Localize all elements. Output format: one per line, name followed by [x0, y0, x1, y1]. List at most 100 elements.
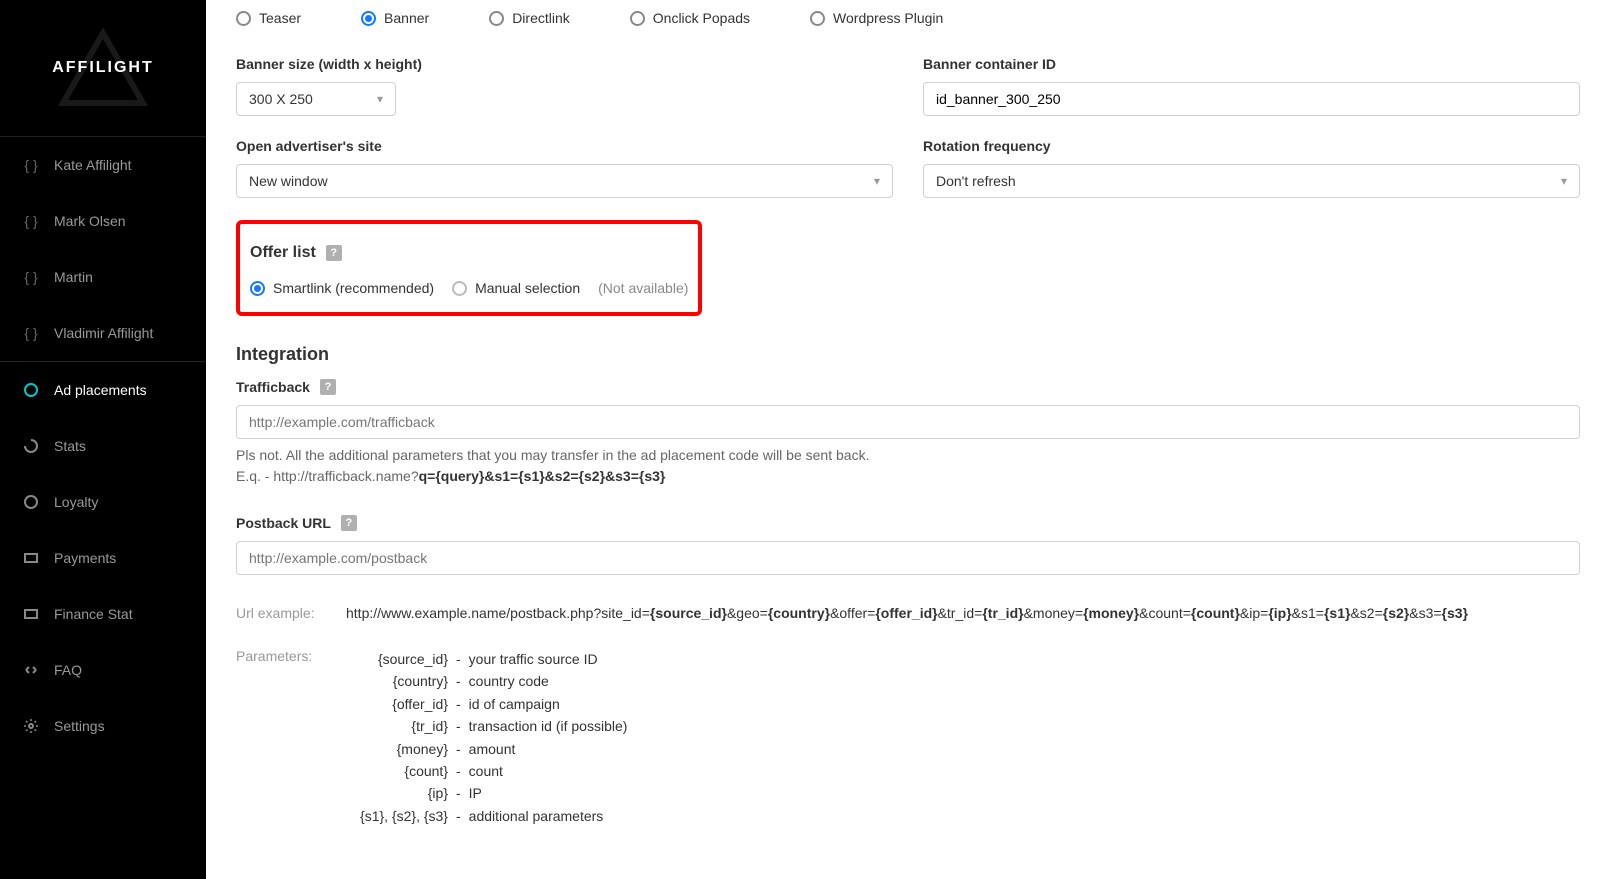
braces-icon: { }: [22, 156, 40, 174]
trafficback-label: Trafficback ?: [236, 379, 336, 395]
parameters-row: Parameters: {source_id}-your traffic sou…: [236, 648, 1580, 827]
param-value: IP: [469, 782, 482, 804]
param-value: country code: [469, 670, 549, 692]
stats-icon: [22, 437, 40, 455]
braces-icon: { }: [22, 268, 40, 286]
param-value: your traffic source ID: [469, 648, 598, 670]
param-value: transaction id (if possible): [469, 715, 628, 737]
url-example-label: Url example:: [236, 603, 328, 624]
sidebar-user-label: Kate Affilight: [54, 157, 132, 173]
rotation-frequency-select[interactable]: Don't refresh ▾: [923, 164, 1580, 198]
sidebar-item-label: Loyalty: [54, 494, 98, 510]
rotation-frequency-value: Don't refresh: [936, 173, 1016, 189]
faq-icon: [22, 661, 40, 679]
param-value: additional parameters: [469, 805, 604, 827]
param-row: {source_id}-your traffic source ID: [346, 648, 1580, 670]
payments-icon: [22, 549, 40, 567]
ad-type-directlink-radio[interactable]: Directlink: [489, 10, 570, 26]
param-row: {money}-amount: [346, 738, 1580, 760]
help-icon[interactable]: ?: [326, 245, 342, 261]
radio-icon: [489, 11, 504, 26]
url-example-row: Url example: http://www.example.name/pos…: [236, 603, 1580, 624]
trafficback-hint: Pls not. All the additional parameters t…: [236, 445, 1580, 487]
loyalty-icon: [22, 493, 40, 511]
logo[interactable]: AFFILIGHT: [0, 0, 206, 137]
banner-size-value: 300 X 250: [249, 91, 313, 107]
ad-type-onclick-radio[interactable]: Onclick Popads: [630, 10, 750, 26]
sidebar-item-label: Finance Stat: [54, 606, 133, 622]
nav-main: Ad placements Stats Loyalty Payments Finance…: [0, 361, 206, 754]
sidebar-item-finance-stat[interactable]: Finance Stat: [0, 586, 206, 642]
banner-size-select[interactable]: 300 X 250 ▾: [236, 82, 396, 116]
sidebar-user[interactable]: { }Mark Olsen: [0, 193, 206, 249]
sidebar-item-label: Settings: [54, 718, 105, 734]
radio-icon: [630, 11, 645, 26]
chevron-down-icon: ▾: [1561, 174, 1567, 188]
banner-container-id-input[interactable]: [923, 82, 1580, 116]
open-advertiser-site-select[interactable]: New window ▾: [236, 164, 893, 198]
param-row: {ip}-IP: [346, 782, 1580, 804]
sidebar-item-stats[interactable]: Stats: [0, 418, 206, 474]
offer-manual-radio: Manual selection: [452, 280, 580, 296]
offer-list-title: Offer list ?: [250, 244, 688, 262]
radio-icon: [810, 11, 825, 26]
postback-input[interactable]: [236, 541, 1580, 575]
param-key: {offer_id}: [346, 693, 448, 715]
sidebar-item-loyalty[interactable]: Loyalty: [0, 474, 206, 530]
param-value: id of campaign: [469, 693, 560, 715]
offer-manual-label: Manual selection: [475, 280, 580, 296]
sidebar-user-label: Vladimir Affilight: [54, 325, 153, 341]
offer-manual-not-available: (Not available): [598, 280, 688, 296]
banner-size-label: Banner size (width x height): [236, 56, 893, 72]
param-key: {source_id}: [346, 648, 448, 670]
ad-type-label: Wordpress Plugin: [833, 10, 943, 26]
help-icon[interactable]: ?: [320, 379, 336, 395]
url-example-value: http://www.example.name/postback.php?sit…: [346, 603, 1580, 624]
param-key: {ip}: [346, 782, 448, 804]
sidebar-user[interactable]: { } Kate Affilight: [0, 137, 206, 193]
param-value: count: [469, 760, 503, 782]
param-row: {s1}, {s2}, {s3}-additional parameters: [346, 805, 1580, 827]
rotation-frequency-label: Rotation frequency: [923, 138, 1580, 154]
chevron-down-icon: ▾: [377, 92, 383, 106]
sidebar-user[interactable]: { } Vladimir Affilight: [0, 305, 206, 361]
ad-type-label: Banner: [384, 10, 429, 26]
radio-icon: [250, 281, 265, 296]
offer-smartlink-radio[interactable]: Smartlink (recommended): [250, 280, 434, 296]
ad-type-teaser-radio[interactable]: Teaser: [236, 10, 301, 26]
sidebar: AFFILIGHT { }Kate Affilight{ }Mark Olsen…: [0, 0, 206, 879]
chevron-down-icon: ▾: [874, 174, 880, 188]
offer-smartlink-label: Smartlink (recommended): [273, 280, 434, 296]
sidebar-item-ad-placements[interactable]: Ad placements: [0, 362, 206, 418]
offer-list-highlight: Offer list ? Smartlink (recommended) Man…: [236, 220, 702, 316]
param-key: {money}: [346, 738, 448, 760]
param-row: {country}-country code: [346, 670, 1580, 692]
radio-icon: [361, 11, 376, 26]
param-row: {offer_id}-id of campaign: [346, 693, 1580, 715]
trafficback-input[interactable]: [236, 405, 1580, 439]
param-key: {tr_id}: [346, 715, 448, 737]
radio-icon: [236, 11, 251, 26]
ad-type-label: Directlink: [512, 10, 570, 26]
param-key: {count}: [346, 760, 448, 782]
sidebar-item-label: Ad placements: [54, 382, 147, 398]
parameters-label: Parameters:: [236, 648, 328, 827]
ad-type-radio-row: Teaser Banner Directlink Onclick Popads Word…: [236, 10, 1580, 26]
nav-users: { }Kate Affilight{ }Mark Olsen{ }Martin{…: [0, 137, 206, 361]
ad-type-wordpress-radio[interactable]: Wordpress Plugin: [810, 10, 943, 26]
sidebar-user[interactable]: { }Martin: [0, 249, 206, 305]
sidebar-user-label: Mark Olsen: [54, 213, 126, 229]
finance-stat-icon: [22, 605, 40, 623]
help-icon[interactable]: ?: [341, 515, 357, 531]
sidebar-item-payments[interactable]: Payments: [0, 530, 206, 586]
param-key: {s1}, {s2}, {s3}: [346, 805, 448, 827]
integration-title: Integration: [236, 344, 1580, 365]
braces-icon: { }: [22, 324, 40, 342]
sidebar-item-settings[interactable]: Settings: [0, 698, 206, 754]
open-advertiser-site-value: New window: [249, 173, 328, 189]
sidebar-item-faq[interactable]: FAQ: [0, 642, 206, 698]
postback-label: Postback URL ?: [236, 515, 357, 531]
param-value: amount: [469, 738, 516, 760]
ad-type-banner-radio[interactable]: Banner: [361, 10, 429, 26]
ad-type-label: Teaser: [259, 10, 301, 26]
